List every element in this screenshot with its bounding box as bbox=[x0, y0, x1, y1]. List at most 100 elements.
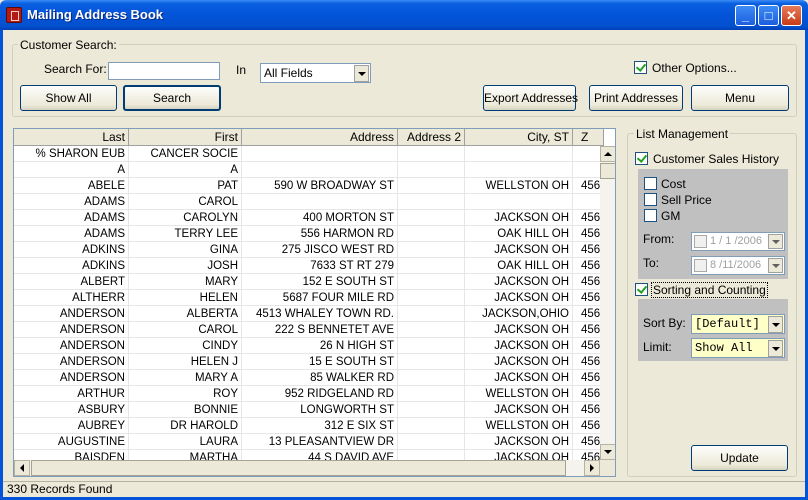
cost-checkbox[interactable] bbox=[644, 177, 657, 190]
cell-address[interactable]: 4513 WHALEY TOWN RD. bbox=[242, 306, 398, 322]
cell-city-st[interactable]: JACKSON OH bbox=[465, 242, 573, 258]
cell-address-2[interactable] bbox=[398, 434, 465, 450]
cell-address-2[interactable] bbox=[398, 418, 465, 434]
cell-city-st[interactable]: JACKSON OH bbox=[465, 322, 573, 338]
cell-last[interactable]: ADAMS bbox=[14, 210, 129, 226]
cell-first[interactable]: ALBERTA bbox=[129, 306, 242, 322]
table-row[interactable]: ANDERSON ALBERTA 4513 WHALEY TOWN RD. JACKS… bbox=[14, 306, 604, 322]
export-addresses-button[interactable]: Export Addresses bbox=[483, 85, 578, 111]
cell-last[interactable]: ANDERSON bbox=[14, 338, 129, 354]
vertical-scrollbar[interactable] bbox=[600, 146, 615, 460]
cell-address-2[interactable] bbox=[398, 322, 465, 338]
cell-address[interactable]: 275 JISCO WEST RD bbox=[242, 242, 398, 258]
sort-by-select[interactable]: [Default] bbox=[691, 314, 785, 334]
cell-address[interactable]: 7633 ST RT 279 bbox=[242, 258, 398, 274]
close-button[interactable]: ✕ bbox=[781, 5, 802, 26]
cell-last[interactable]: ASBURY bbox=[14, 402, 129, 418]
cell-city-st[interactable]: WELLSTON OH bbox=[465, 386, 573, 402]
cell-address[interactable]: 222 S BENNETET AVE bbox=[242, 322, 398, 338]
show-all-button[interactable]: Show All bbox=[20, 85, 117, 111]
cell-first[interactable]: JOSH bbox=[129, 258, 242, 274]
from-date-picker[interactable]: 1 / 1 /2006 bbox=[691, 232, 785, 251]
search-input[interactable] bbox=[108, 62, 220, 80]
cell-city-st[interactable]: JACKSON OH bbox=[465, 434, 573, 450]
cell-city-st[interactable]: OAK HILL OH bbox=[465, 226, 573, 242]
table-row[interactable]: ABELE PAT 590 W BROADWAY ST WELLSTON OH 456 bbox=[14, 178, 604, 194]
cell-address[interactable]: 85 WALKER RD bbox=[242, 370, 398, 386]
cell-city-st[interactable]: OAK HILL OH bbox=[465, 258, 573, 274]
cell-address[interactable] bbox=[242, 146, 398, 162]
other-options-checkbox[interactable] bbox=[634, 61, 647, 74]
maximize-button[interactable]: □ bbox=[758, 5, 779, 26]
table-row[interactable]: ADKINS GINA 275 JISCO WEST RD JACKSON OH 456 bbox=[14, 242, 604, 258]
cell-address-2[interactable] bbox=[398, 258, 465, 274]
cell-city-st[interactable]: JACKSON OH bbox=[465, 274, 573, 290]
cell-first[interactable]: ROY bbox=[129, 386, 242, 402]
menu-button[interactable]: Menu bbox=[691, 85, 789, 111]
cell-last[interactable]: ADAMS bbox=[14, 226, 129, 242]
sorting-counting-checkbox[interactable] bbox=[635, 283, 648, 296]
horizontal-scrollbar[interactable] bbox=[14, 460, 600, 476]
cell-city-st[interactable] bbox=[465, 146, 573, 162]
cell-city-st[interactable]: JACKSON OH bbox=[465, 210, 573, 226]
cell-first[interactable]: GINA bbox=[129, 242, 242, 258]
cell-address[interactable] bbox=[242, 162, 398, 178]
cell-address-2[interactable] bbox=[398, 194, 465, 210]
table-row[interactable]: AUGUSTINE LAURA 13 PLEASANTVIEW DR JACKSON … bbox=[14, 434, 604, 450]
cell-address-2[interactable] bbox=[398, 178, 465, 194]
cell-first[interactable]: CANCER SOCIE bbox=[129, 146, 242, 162]
cell-first[interactable]: DR HAROLD bbox=[129, 418, 242, 434]
cell-address[interactable]: 13 PLEASANTVIEW DR bbox=[242, 434, 398, 450]
cell-last[interactable]: ANDERSON bbox=[14, 354, 129, 370]
cell-city-st[interactable]: JACKSON OH bbox=[465, 290, 573, 306]
limit-select[interactable]: Show All bbox=[691, 338, 785, 358]
table-row[interactable]: ANDERSON MARY A 85 WALKER RD JACKSON OH 456 bbox=[14, 370, 604, 386]
cell-address[interactable]: 15 E SOUTH ST bbox=[242, 354, 398, 370]
cell-address-2[interactable] bbox=[398, 338, 465, 354]
to-date-picker[interactable]: 8 /11/2006 bbox=[691, 256, 785, 275]
cell-first[interactable]: CAROL bbox=[129, 322, 242, 338]
table-row[interactable]: ARTHUR ROY 952 RIDGELAND RD WELLSTON OH 456 bbox=[14, 386, 604, 402]
column-header-zip[interactable]: Z bbox=[573, 129, 604, 146]
table-row[interactable]: ANDERSON CINDY 26 N HIGH ST JACKSON OH 456 bbox=[14, 338, 604, 354]
cell-last[interactable]: ANDERSON bbox=[14, 322, 129, 338]
table-row[interactable]: ALTHERR HELEN 5687 FOUR MILE RD JACKSON OH 4… bbox=[14, 290, 604, 306]
table-row[interactable]: ASBURY BONNIE LONGWORTH ST JACKSON OH 456 bbox=[14, 402, 604, 418]
cell-first[interactable]: MARY A bbox=[129, 370, 242, 386]
chevron-down-icon[interactable] bbox=[768, 316, 783, 333]
cell-address-2[interactable] bbox=[398, 386, 465, 402]
cell-first[interactable]: CAROL bbox=[129, 194, 242, 210]
scroll-right-icon[interactable] bbox=[584, 460, 600, 476]
cell-last[interactable]: AUBREY bbox=[14, 418, 129, 434]
table-row[interactable]: AA bbox=[14, 162, 604, 178]
column-header-city-st[interactable]: City, ST bbox=[465, 129, 573, 146]
to-date-checkbox[interactable] bbox=[694, 259, 707, 272]
scroll-left-icon[interactable] bbox=[14, 460, 30, 476]
column-header-last[interactable]: Last bbox=[14, 129, 129, 146]
print-addresses-button[interactable]: Print Addresses bbox=[589, 85, 683, 111]
cell-city-st[interactable] bbox=[465, 162, 573, 178]
cell-address[interactable]: 590 W BROADWAY ST bbox=[242, 178, 398, 194]
column-header-address-2[interactable]: Address 2 bbox=[398, 129, 465, 146]
table-row[interactable]: ADAMS CAROL bbox=[14, 194, 604, 210]
cell-last[interactable]: ALBERT bbox=[14, 274, 129, 290]
cell-city-st[interactable]: WELLSTON OH bbox=[465, 178, 573, 194]
cell-address-2[interactable] bbox=[398, 162, 465, 178]
gm-checkbox[interactable] bbox=[644, 209, 657, 222]
column-header-address[interactable]: Address bbox=[242, 129, 398, 146]
cell-last[interactable]: ARTHUR bbox=[14, 386, 129, 402]
cell-city-st[interactable]: JACKSON OH bbox=[465, 370, 573, 386]
cell-city-st[interactable]: JACKSON OH bbox=[465, 402, 573, 418]
cell-first[interactable]: PAT bbox=[129, 178, 242, 194]
chevron-down-icon[interactable] bbox=[354, 65, 369, 82]
cell-address-2[interactable] bbox=[398, 354, 465, 370]
cell-first[interactable]: BONNIE bbox=[129, 402, 242, 418]
cell-first[interactable]: TERRY LEE bbox=[129, 226, 242, 242]
vertical-scroll-thumb[interactable] bbox=[600, 163, 615, 179]
column-header-first[interactable]: First bbox=[129, 129, 242, 146]
cell-address[interactable]: 152 E SOUTH ST bbox=[242, 274, 398, 290]
cell-city-st[interactable] bbox=[465, 194, 573, 210]
cell-city-st[interactable]: WELLSTON OH bbox=[465, 418, 573, 434]
cell-address-2[interactable] bbox=[398, 242, 465, 258]
sales-history-checkbox[interactable] bbox=[635, 152, 648, 165]
